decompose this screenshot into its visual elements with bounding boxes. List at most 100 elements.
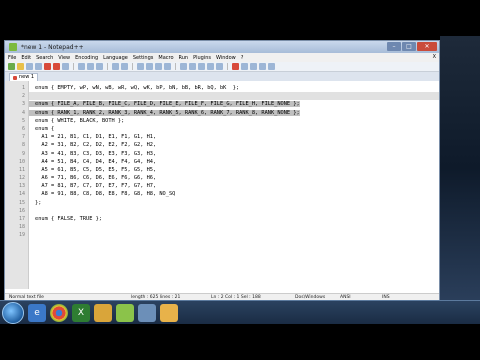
folder-icon[interactable] [94, 304, 112, 322]
menu-plugins[interactable]: Plugins [193, 55, 211, 61]
code-editor[interactable]: 1 enum { EMPTY, wP, wN, wB, wR, wQ, wK, b… [5, 81, 439, 289]
code-line[interactable]: 2 [22, 92, 439, 101]
zoom-in-icon[interactable] [155, 63, 162, 70]
chrome-icon[interactable] [50, 304, 68, 322]
print-icon[interactable] [62, 63, 69, 70]
run-macro-multiple-icon[interactable] [259, 63, 266, 70]
code-line[interactable]: 15}; [19, 199, 439, 207]
unsaved-file-icon [13, 75, 17, 80]
menu-encoding[interactable]: Encoding [75, 55, 98, 61]
code-line[interactable]: 13 A7 = 81, B7, C7, D7, E7, F7, G7, H7, [19, 182, 439, 190]
toolbar-separator [175, 63, 176, 70]
menu-help[interactable]: ? [241, 55, 244, 61]
close-button[interactable]: ✕ [417, 42, 437, 51]
line-number: 12 [18, 175, 25, 182]
code-line[interactable]: 7 A1 = 21, B1, C1, D1, E1, F1, G1, H1, [22, 133, 439, 141]
desktop-background [440, 36, 480, 300]
internet-explorer-icon[interactable]: e [28, 304, 46, 322]
menu-file[interactable]: File [8, 55, 16, 61]
menu-window[interactable]: Window [216, 55, 236, 61]
menu-language[interactable]: Language [103, 55, 128, 61]
code-line[interactable]: 1 enum { EMPTY, wP, wN, wB, wR, wQ, wK, b… [22, 84, 439, 92]
menu-run[interactable]: Run [179, 55, 189, 61]
close-file-icon[interactable] [44, 63, 51, 70]
file-explorer-icon[interactable] [138, 304, 156, 322]
redo-icon[interactable] [121, 63, 128, 70]
notepadpp-app-icon[interactable] [9, 43, 17, 51]
close-all-icon[interactable] [53, 63, 60, 70]
excel-icon[interactable]: X [72, 304, 90, 322]
line-number: 18 [18, 224, 25, 231]
code-line[interactable]: 19 [19, 231, 439, 239]
line-number: 5 [21, 117, 25, 124]
close-document-button[interactable]: X [433, 54, 436, 60]
maximize-button[interactable]: □ [402, 42, 416, 51]
code-text: enum { FALSE, TRUE }; [35, 216, 102, 222]
start-orb-icon[interactable] [2, 302, 24, 324]
code-line[interactable]: 8 A2 = 31, B2, C2, D2, E2, F2, G2, H2, [22, 141, 439, 149]
sync-horizontal-icon[interactable] [189, 63, 196, 70]
replace-icon[interactable] [146, 63, 153, 70]
play-macro-icon[interactable] [250, 63, 257, 70]
line-number: 19 [18, 232, 25, 239]
zoom-out-icon[interactable] [164, 63, 171, 70]
paste-icon[interactable] [96, 63, 103, 70]
code-text: enum { EMPTY, wP, wN, wB, wR, wQ, wK, bP… [35, 85, 240, 91]
record-macro-icon[interactable] [232, 63, 239, 70]
tab-new-1[interactable]: new 1 [9, 73, 39, 81]
indent-guide-icon[interactable] [216, 63, 223, 70]
code-text: A8 = 91, B8, C8, D8, E8, F8, G8, H8, NO_… [35, 191, 176, 198]
save-macro-icon[interactable] [268, 63, 275, 70]
paint-icon[interactable] [160, 304, 178, 322]
sync-vertical-icon[interactable] [180, 63, 187, 70]
menu-settings[interactable]: Settings [133, 55, 154, 61]
code-line[interactable]: 5 enum { WHITE, BLACK, BOTH }; [22, 117, 439, 125]
menu-edit[interactable]: Edit [21, 55, 31, 61]
toolbar-separator [132, 63, 133, 70]
code-line[interactable]: 3 enum { FILE_A, FILE_B, FILE_C, FILE_D, … [22, 100, 439, 108]
code-line[interactable]: 16 [19, 207, 439, 215]
save-all-icon[interactable] [35, 63, 42, 70]
minimize-button[interactable]: – [387, 42, 401, 51]
show-all-chars-icon[interactable] [207, 63, 214, 70]
code-area[interactable]: 1 enum { EMPTY, wP, wN, wB, wR, wQ, wK, b… [19, 84, 439, 240]
letterbox-bottom [0, 324, 480, 360]
cut-icon[interactable] [78, 63, 85, 70]
menu-view[interactable]: View [58, 55, 70, 61]
code-line[interactable]: 17 enum { FALSE, TRUE }; [19, 215, 439, 223]
code-line[interactable]: 11 A5 = 61, B5, C5, D5, E5, F5, G5, H5, [19, 166, 439, 174]
title-bar[interactable]: *new 1 - Notepad++ – □ ✕ [5, 41, 439, 53]
code-line[interactable]: 12 A6 = 71, B6, C6, D6, E6, F6, G6, H6, [19, 174, 439, 182]
line-number: 14 [18, 191, 25, 198]
code-text: enum { WHITE, BLACK, BOTH }; [35, 117, 125, 124]
word-wrap-icon[interactable] [198, 63, 205, 70]
save-icon[interactable] [26, 63, 33, 70]
menu-search[interactable]: Search [36, 55, 53, 61]
code-text: A4 = 51, B4, C4, D4, E4, F4, G4, H4, [35, 158, 157, 165]
new-file-icon[interactable] [8, 63, 15, 70]
find-icon[interactable] [137, 63, 144, 70]
line-number: 2 [21, 93, 25, 100]
code-line[interactable]: 18 [19, 223, 439, 231]
code-line[interactable]: 9 A3 = 41, B3, C3, D3, E3, F3, G3, H3, [22, 150, 439, 158]
undo-icon[interactable] [112, 63, 119, 70]
code-line[interactable]: 4 enum { RANK_1, RANK_2, RANK_3, RANK_4, … [22, 109, 439, 117]
notepadpp-window: *new 1 - Notepad++ – □ ✕ File Edit Searc… [4, 40, 440, 302]
code-line[interactable]: 14 A8 = 91, B8, C8, D8, E8, F8, G8, H8, … [19, 190, 439, 198]
code-text: enum { RANK_1, RANK_2, RANK_3, RANK_4, R… [29, 109, 300, 116]
code-line[interactable]: 10 A4 = 51, B4, C4, D4, E4, F4, G4, H4, [19, 158, 439, 166]
copy-icon[interactable] [87, 63, 94, 70]
code-line[interactable]: 6 enum { [22, 125, 439, 133]
line-number: 16 [18, 207, 25, 214]
screen: *new 1 - Notepad++ – □ ✕ File Edit Searc… [0, 0, 480, 360]
line-number: 10 [18, 158, 25, 165]
toolbar-separator [227, 63, 228, 70]
stop-macro-icon[interactable] [241, 63, 248, 70]
notepadpp-taskbar-icon[interactable] [116, 304, 134, 322]
code-text: A5 = 61, B5, C5, D5, E5, F5, G5, H5, [35, 166, 157, 173]
open-file-icon[interactable] [17, 63, 24, 70]
menu-macro[interactable]: Macro [158, 55, 173, 61]
code-text: A3 = 41, B3, C3, D3, E3, F3, G3, H3, [35, 150, 157, 157]
